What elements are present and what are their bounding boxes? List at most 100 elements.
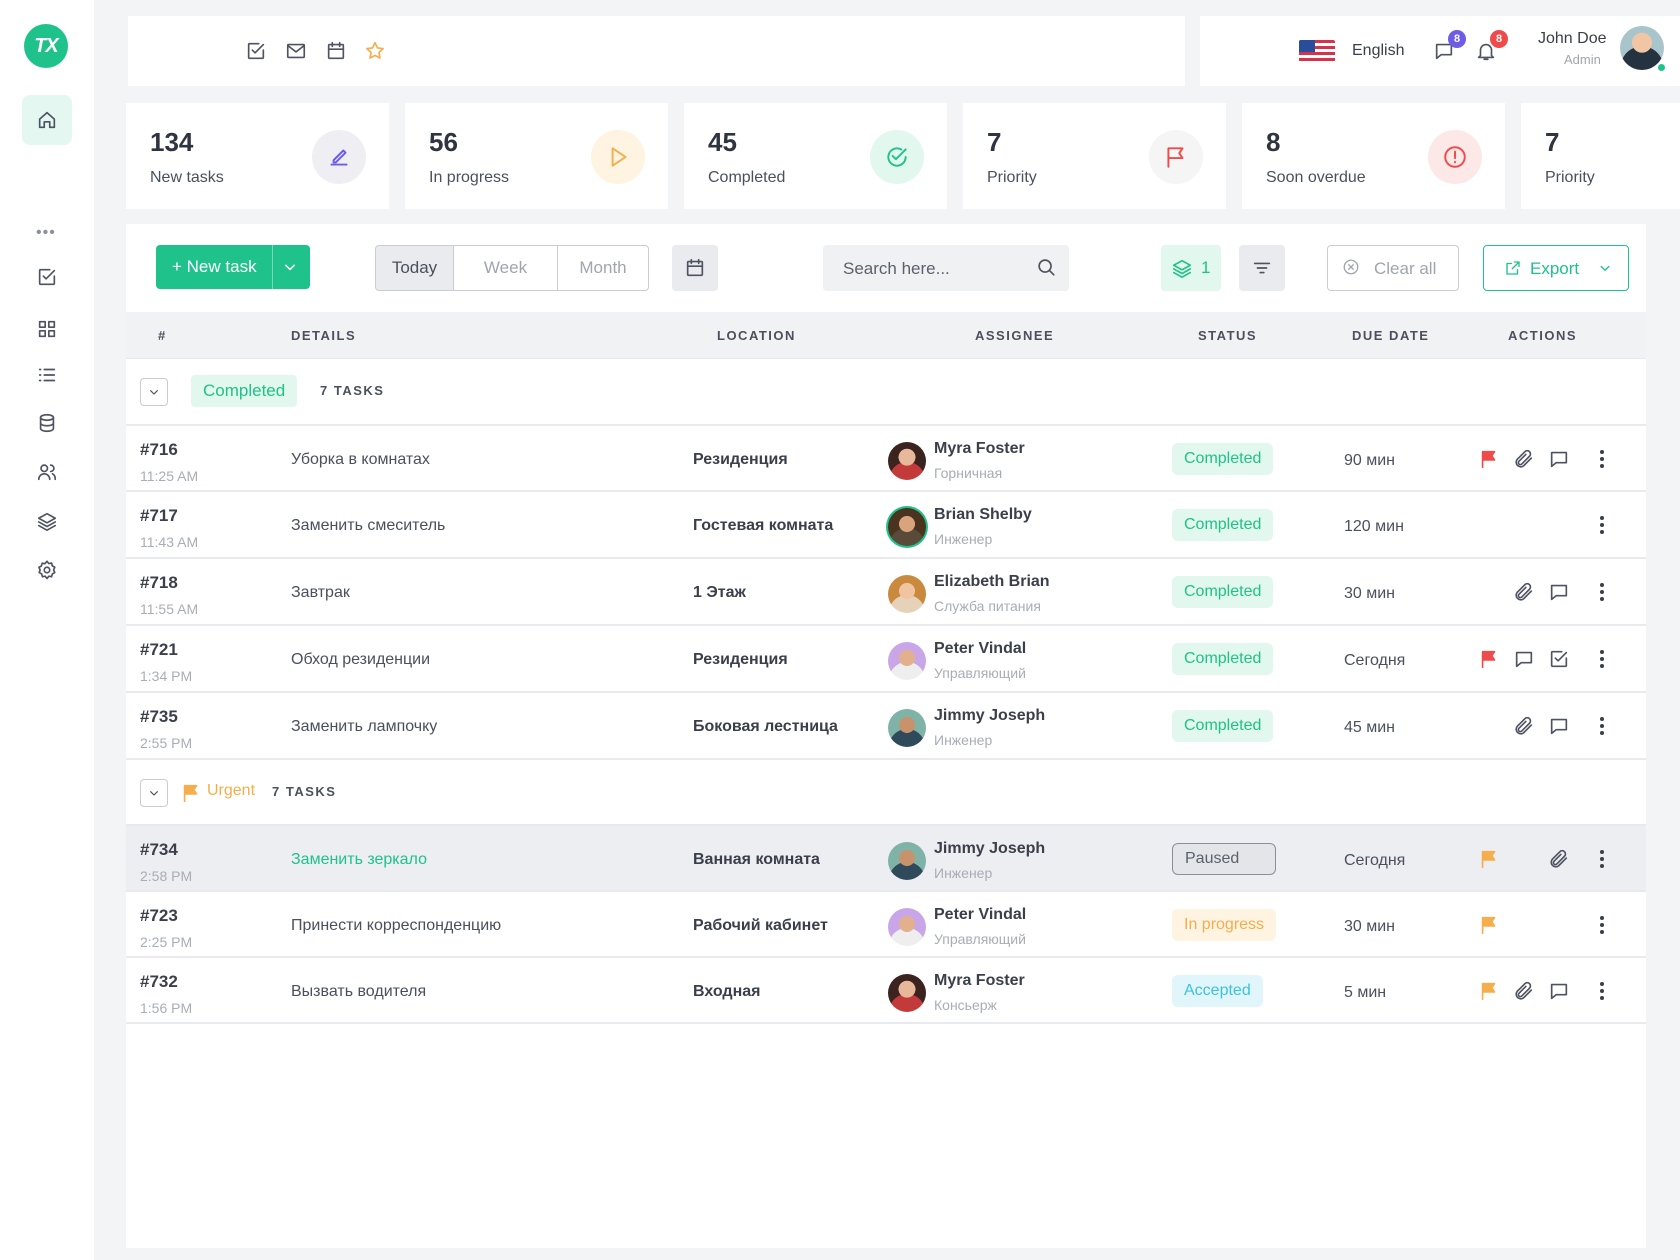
task-details[interactable]: Вызвать водителя <box>291 983 426 1001</box>
more-actions-icon[interactable] <box>1596 446 1608 472</box>
table-row[interactable]: #721 1:34 PM Обход резиденции Резиденция… <box>126 624 1646 690</box>
more-actions-icon[interactable] <box>1596 713 1608 739</box>
flag-icon[interactable] <box>1478 648 1500 670</box>
search-icon[interactable] <box>1035 256 1057 278</box>
status-badge[interactable]: Paused <box>1172 843 1276 875</box>
status-badge[interactable]: Completed <box>1172 509 1274 541</box>
table-row[interactable]: #735 2:55 PM Заменить лампочку Боковая л… <box>126 691 1646 757</box>
assignee-name[interactable]: Peter Vindal <box>934 640 1026 658</box>
favorites-shortcut[interactable] <box>362 38 388 64</box>
stat-card-in-progress[interactable]: 56 In progress <box>405 103 668 209</box>
flag-icon[interactable] <box>1478 848 1500 870</box>
clear-all-button[interactable]: Clear all <box>1327 245 1459 291</box>
column-header[interactable]: DUE DATE <box>1352 328 1429 343</box>
stat-card-soon-overdue[interactable]: 8 Soon overdue <box>1242 103 1505 209</box>
language-selector[interactable]: English <box>1352 42 1404 60</box>
notifications-button[interactable]: 8 <box>1472 30 1508 64</box>
sidebar-item-home[interactable] <box>22 95 72 145</box>
more-actions-icon[interactable] <box>1596 646 1608 672</box>
assignee-name[interactable]: Myra Foster <box>934 972 1025 990</box>
status-badge[interactable]: Completed <box>1172 576 1274 608</box>
stat-card-new-tasks[interactable]: 134 New tasks <box>126 103 389 209</box>
search-input[interactable]: Search here... <box>823 245 1069 291</box>
flag-icon[interactable] <box>1478 448 1500 470</box>
status-badge[interactable]: Completed <box>1172 710 1274 742</box>
sidebar-item-users[interactable] <box>34 459 60 485</box>
flag-icon[interactable] <box>1478 980 1500 1002</box>
period-month[interactable]: Month <box>557 246 648 290</box>
messages-button[interactable]: 8 <box>1430 30 1466 64</box>
column-header[interactable]: ASSIGNEE <box>975 328 1054 343</box>
date-picker-button[interactable] <box>672 245 718 291</box>
stat-card-priority[interactable]: 7 Priority <box>963 103 1226 209</box>
more-actions-icon[interactable] <box>1596 978 1608 1004</box>
comment-icon[interactable] <box>1548 980 1570 1002</box>
assignee-name[interactable]: Jimmy Joseph <box>934 707 1045 725</box>
paperclip-icon[interactable] <box>1513 581 1535 603</box>
paperclip-icon[interactable] <box>1513 980 1535 1002</box>
paperclip-icon[interactable] <box>1513 448 1535 470</box>
task-details[interactable]: Уборка в комнатах <box>291 451 430 469</box>
period-week[interactable]: Week <box>453 246 557 290</box>
status-badge[interactable]: Completed <box>1172 643 1274 675</box>
assignee-name[interactable]: Elizabeth Brian <box>934 573 1050 591</box>
user-name[interactable]: John Doe <box>1538 30 1607 48</box>
sidebar-item-dashboard[interactable] <box>34 316 60 342</box>
more-icon[interactable]: ••• <box>36 224 56 242</box>
tasks-shortcut[interactable] <box>243 38 269 64</box>
column-header[interactable]: DETAILS <box>291 328 356 343</box>
more-actions-icon[interactable] <box>1596 579 1608 605</box>
new-task-button[interactable]: + New task <box>156 245 310 289</box>
assignee-name[interactable]: Jimmy Joseph <box>934 840 1045 858</box>
app-logo[interactable]: TX <box>24 24 68 68</box>
table-row[interactable]: #732 1:56 PM Вызвать водителя Входная My… <box>126 956 1646 1024</box>
comment-icon[interactable] <box>1548 581 1570 603</box>
sidebar-item-settings[interactable] <box>34 557 60 583</box>
sidebar-item-layers[interactable] <box>34 508 60 534</box>
comment-icon[interactable] <box>1513 648 1535 670</box>
assignee-name[interactable]: Brian Shelby <box>934 506 1032 524</box>
task-details[interactable]: Обход резиденции <box>291 651 430 669</box>
sidebar-item-tasks[interactable] <box>34 264 60 290</box>
group-collapse-button[interactable] <box>140 378 168 406</box>
stat-card-completed[interactable]: 45 Completed <box>684 103 947 209</box>
comment-icon[interactable] <box>1548 715 1570 737</box>
task-details[interactable]: Заменить зеркало <box>291 851 427 869</box>
column-header[interactable]: STATUS <box>1198 328 1257 343</box>
sidebar-item-database[interactable] <box>34 410 60 436</box>
sidebar-item-list[interactable] <box>34 362 60 388</box>
table-row[interactable]: #734 2:58 PM Заменить зеркало Ванная ком… <box>126 824 1646 890</box>
us-flag-icon[interactable] <box>1299 40 1335 62</box>
task-details[interactable]: Заменить смеситель <box>291 517 445 535</box>
assignee-name[interactable]: Myra Foster <box>934 440 1025 458</box>
paperclip-icon[interactable] <box>1513 715 1535 737</box>
task-details[interactable]: Принести корреспонденцию <box>291 917 501 935</box>
filter-button[interactable] <box>1239 245 1285 291</box>
column-header[interactable]: LOCATION <box>717 328 796 343</box>
group-collapse-button[interactable] <box>140 779 168 807</box>
table-row[interactable]: #717 11:43 AM Заменить смеситель Гостева… <box>126 490 1646 556</box>
more-actions-icon[interactable] <box>1596 512 1608 538</box>
flag-icon[interactable] <box>1478 914 1500 936</box>
layers-filter-button[interactable]: 1 <box>1161 245 1221 291</box>
calendar-shortcut[interactable] <box>323 38 349 64</box>
table-row[interactable]: #718 11:55 AM Завтрак 1 Этаж Elizabeth B… <box>126 557 1646 623</box>
stat-card-priority-2[interactable]: 7 Priority <box>1521 103 1680 209</box>
mail-shortcut[interactable] <box>283 38 309 64</box>
status-badge[interactable]: Completed <box>1172 443 1274 475</box>
table-row[interactable]: #716 11:25 AM Уборка в комнатах Резиденц… <box>126 424 1646 490</box>
more-actions-icon[interactable] <box>1596 846 1608 872</box>
period-today[interactable]: Today <box>376 246 453 290</box>
comment-icon[interactable] <box>1548 448 1570 470</box>
task-details[interactable]: Завтрак <box>291 584 350 602</box>
paperclip-icon[interactable] <box>1548 848 1570 870</box>
status-badge[interactable]: In progress <box>1172 909 1277 941</box>
more-actions-icon[interactable] <box>1596 912 1608 938</box>
status-badge[interactable]: Accepted <box>1172 975 1263 1007</box>
chevron-down-icon[interactable] <box>280 257 300 277</box>
task-details[interactable]: Заменить лампочку <box>291 718 437 736</box>
export-button[interactable]: Export <box>1483 245 1629 291</box>
assignee-name[interactable]: Peter Vindal <box>934 906 1026 924</box>
checkbox-icon[interactable] <box>1548 648 1570 670</box>
table-row[interactable]: #723 2:25 PM Принести корреспонденцию Ра… <box>126 890 1646 956</box>
